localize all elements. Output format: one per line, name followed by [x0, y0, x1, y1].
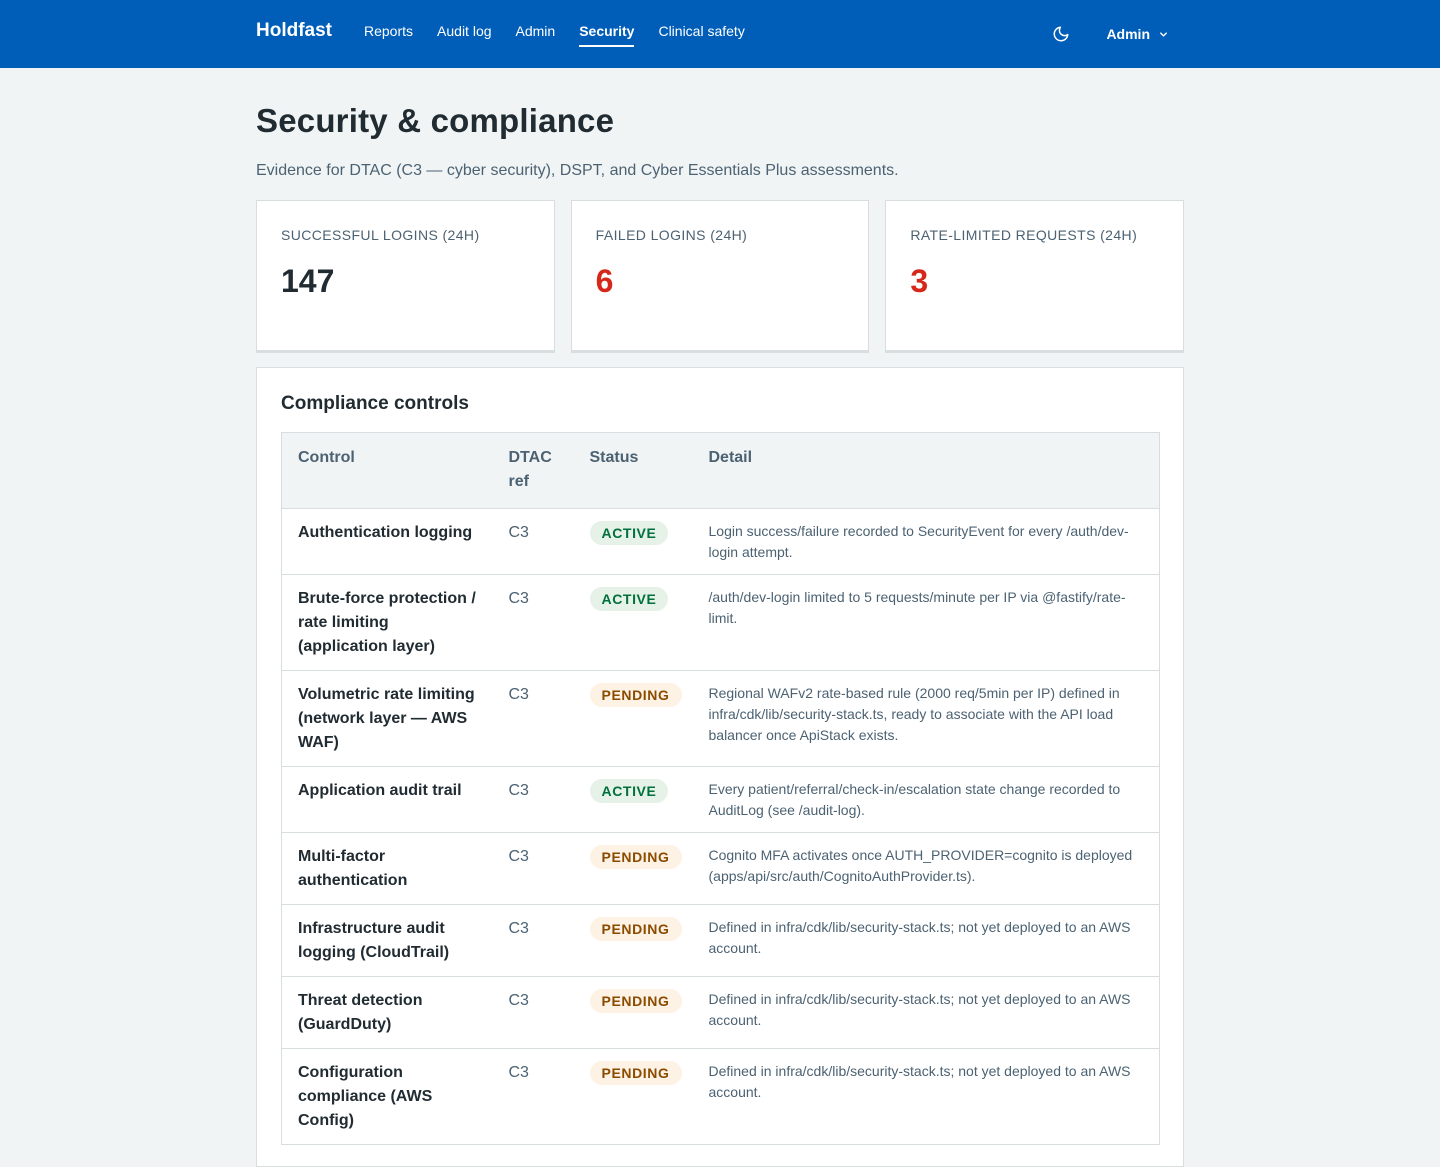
- dtac-ref: C3: [492, 766, 574, 833]
- stat-value: 147: [281, 263, 335, 299]
- column-header-dtac-ref: DTAC ref: [492, 432, 574, 509]
- status-badge: PENDING: [589, 683, 682, 707]
- status-cell: PENDING: [573, 1048, 693, 1145]
- nav-item-reports[interactable]: Reports: [364, 22, 413, 42]
- control-detail: Regional WAFv2 rate-based rule (2000 req…: [692, 670, 1160, 767]
- table-row: Application audit trail C3 ACTIVE Every …: [281, 766, 1160, 833]
- top-navigation-bar: Holdfast Reports Audit log Admin Securit…: [0, 0, 1440, 68]
- control-detail: Login success/failure recorded to Securi…: [692, 508, 1160, 575]
- stat-label: RATE-LIMITED REQUESTS (24H): [910, 227, 1138, 243]
- status-badge: PENDING: [589, 845, 682, 869]
- control-name: Volumetric rate limiting (network layer …: [281, 670, 493, 767]
- table-row: Brute-force protection / rate limiting (…: [281, 574, 1160, 671]
- table-row: Threat detection (GuardDuty) C3 PENDING …: [281, 976, 1160, 1049]
- column-header-control: Control: [281, 432, 493, 509]
- status-badge: PENDING: [589, 989, 682, 1013]
- control-name: Threat detection (GuardDuty): [281, 976, 493, 1049]
- status-cell: ACTIVE: [573, 508, 693, 575]
- table-row: Configuration compliance (AWS Config) C3…: [281, 1048, 1160, 1145]
- table-row: Volumetric rate limiting (network layer …: [281, 670, 1160, 767]
- table-row: Multi-factor authentication C3 PENDING C…: [281, 832, 1160, 905]
- compliance-controls-panel: Compliance controls Control DTAC ref Sta…: [256, 367, 1184, 1167]
- chevron-down-icon: [1158, 28, 1170, 40]
- stat-card-successful-logins: SUCCESSFUL LOGINS (24H) 147: [256, 200, 555, 351]
- stat-value: 6: [595, 263, 614, 299]
- stat-label: FAILED LOGINS (24H): [595, 227, 748, 243]
- dtac-ref: C3: [492, 832, 574, 905]
- dtac-ref: C3: [492, 574, 574, 671]
- status-cell: PENDING: [573, 670, 693, 767]
- nav-item-audit-log[interactable]: Audit log: [437, 22, 491, 42]
- dtac-ref: C3: [492, 670, 574, 767]
- column-header-detail: Detail: [692, 432, 1160, 509]
- column-header-status: Status: [573, 432, 693, 509]
- page-title: Security & compliance: [256, 102, 615, 139]
- brand-logo[interactable]: Holdfast: [256, 20, 332, 42]
- control-name: Authentication logging: [281, 508, 493, 575]
- panel-title: Compliance controls: [281, 393, 469, 414]
- stat-card-rate-limited-requests: RATE-LIMITED REQUESTS (24H) 3: [885, 200, 1185, 351]
- status-badge: PENDING: [589, 1061, 682, 1085]
- control-detail: /auth/dev-login limited to 5 requests/mi…: [692, 574, 1160, 671]
- control-detail: Every patient/referral/check-in/escalati…: [692, 766, 1160, 833]
- nav-item-security[interactable]: Security: [579, 22, 635, 47]
- control-name: Infrastructure audit logging (CloudTrail…: [281, 904, 493, 977]
- control-detail: Defined in infra/cdk/lib/security-stack.…: [692, 904, 1160, 977]
- control-name: Brute-force protection / rate limiting (…: [281, 574, 493, 671]
- status-badge: ACTIVE: [589, 521, 669, 545]
- table-row: Infrastructure audit logging (CloudTrail…: [281, 904, 1160, 977]
- nav-item-admin[interactable]: Admin: [516, 22, 556, 42]
- stat-value: 3: [910, 263, 929, 299]
- control-name: Multi-factor authentication: [281, 832, 493, 905]
- status-badge: ACTIVE: [589, 779, 669, 803]
- control-detail: Defined in infra/cdk/lib/security-stack.…: [692, 1048, 1160, 1145]
- status-cell: PENDING: [573, 832, 693, 905]
- status-cell: ACTIVE: [573, 574, 693, 671]
- control-name: Application audit trail: [281, 766, 493, 833]
- main-content: Security & compliance Evidence for DTAC …: [256, 68, 1185, 1167]
- status-cell: ACTIVE: [573, 766, 693, 833]
- status-cell: PENDING: [573, 904, 693, 977]
- page-subtitle: Evidence for DTAC (C3 — cyber security),…: [256, 162, 899, 179]
- stat-label: SUCCESSFUL LOGINS (24H): [281, 227, 480, 243]
- dtac-ref: C3: [492, 904, 574, 977]
- user-menu[interactable]: Admin: [1106, 26, 1170, 42]
- status-badge: PENDING: [589, 917, 682, 941]
- dtac-ref: C3: [492, 976, 574, 1049]
- control-detail: Cognito MFA activates once AUTH_PROVIDER…: [692, 832, 1160, 905]
- user-menu-label: Admin: [1106, 26, 1150, 42]
- dtac-ref: C3: [492, 1048, 574, 1145]
- compliance-controls-table: Control DTAC ref Status Detail Authentic…: [281, 432, 1160, 1145]
- status-badge: ACTIVE: [589, 587, 669, 611]
- table-row: Authentication logging C3 ACTIVE Login s…: [281, 508, 1160, 575]
- moon-icon[interactable]: [1050, 23, 1072, 45]
- nav-item-clinical-safety[interactable]: Clinical safety: [658, 22, 744, 42]
- stat-card-failed-logins: FAILED LOGINS (24H) 6: [570, 200, 870, 351]
- dtac-ref: C3: [492, 508, 574, 575]
- status-cell: PENDING: [573, 976, 693, 1049]
- control-name: Configuration compliance (AWS Config): [281, 1048, 493, 1145]
- control-detail: Defined in infra/cdk/lib/security-stack.…: [692, 976, 1160, 1049]
- stats-cards: SUCCESSFUL LOGINS (24H) 147 FAILED LOGIN…: [256, 200, 1185, 351]
- table-header-row: Control DTAC ref Status Detail: [281, 432, 1160, 509]
- main-nav: Reports Audit log Admin Security Clinica…: [364, 0, 769, 68]
